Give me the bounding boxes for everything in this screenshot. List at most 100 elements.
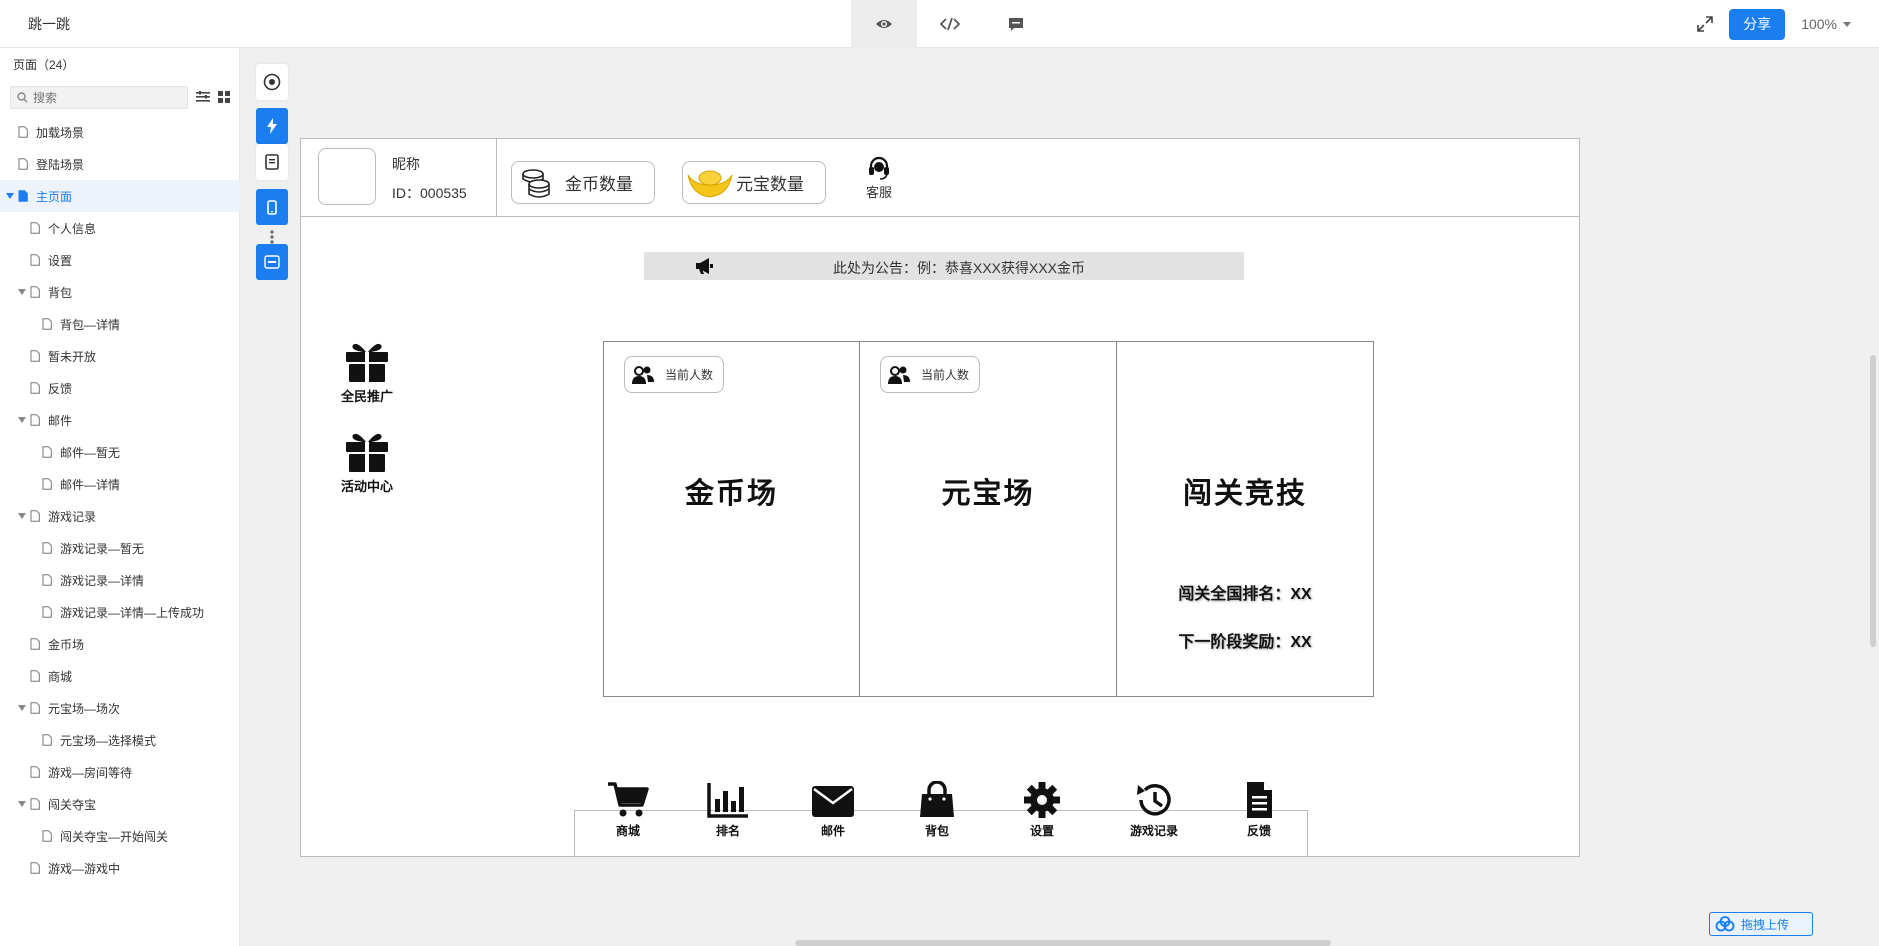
expand-arrow-icon[interactable] [18,417,26,423]
code-tab[interactable] [917,0,983,48]
sidebar-item-label: 游戏—房间等待 [48,765,133,780]
expand-arrow-icon[interactable] [18,801,26,807]
mode-title: 金币场 [684,478,778,510]
page-icon [30,382,40,394]
dock-item-mail[interactable]: 邮件 [803,781,863,839]
dock-item-label: 背包 [924,824,949,838]
chevron-down-icon [1843,21,1851,27]
expand-arrow-icon[interactable] [18,513,26,519]
search-icon [17,92,28,103]
share-button[interactable]: 分享 [1729,8,1786,40]
coins-icon [522,168,550,198]
page-icon [30,766,40,778]
horizontal-scrollbar[interactable] [795,940,1331,946]
gold-field-panel[interactable]: 当前人数 金币场 [603,341,860,697]
notes-icon [265,154,279,170]
dock-item-bag[interactable]: 背包 [907,780,967,839]
sidebar-item[interactable]: 个人信息 [0,212,240,244]
current-players-label: 当前人数 [665,368,714,382]
vertical-scrollbar[interactable] [1870,355,1876,647]
expand-arrow-icon[interactable] [18,289,26,295]
dock-item-settings[interactable]: 设置 [1012,781,1072,839]
sidebar-item[interactable]: 主页面 [0,180,240,212]
toggle-on-icon [264,255,280,269]
gift-icon [346,343,388,382]
document-icon [1247,782,1272,818]
profile-bar: 昵称 ID：000535 金币数量 元宝数量 客服 [301,139,1579,217]
sidebar-item[interactable]: 元宝场—选择模式 [0,724,240,756]
comment-tab[interactable] [983,0,1049,48]
sidebar-item-label: 游戏记录—详情—上传成功 [60,605,205,620]
page-icon [30,222,40,234]
expand-arrow-icon[interactable] [6,193,14,199]
page-icon [42,606,52,618]
target-tool[interactable] [256,64,288,100]
search-input[interactable] [33,89,183,106]
sidebar-item[interactable]: 登陆场景 [0,148,240,180]
more-dots-icon[interactable] [270,230,274,244]
sidebar-item[interactable]: 游戏记录—详情—上传成功 [0,596,240,628]
sidebar-item[interactable]: 游戏记录 [0,500,240,532]
zoom-select[interactable]: 100% [1801,16,1851,32]
zoom-value: 100% [1801,16,1837,32]
sidebar-item[interactable]: 金币场 [0,628,240,660]
sidebar-item[interactable]: 设置 [0,244,240,276]
list-view-icon[interactable] [196,91,210,103]
drag-upload-button[interactable]: 拖拽上传 [1709,912,1813,936]
grid-view-icon[interactable] [218,91,230,103]
nickname: 昵称 [392,156,420,172]
avatar[interactable] [318,148,376,205]
toggle-tool[interactable] [256,244,288,280]
customer-service-button[interactable]: 客服 [864,155,894,201]
page-icon [42,574,52,586]
gift-icon [346,433,388,472]
yuanbao-count[interactable]: 元宝数量 [682,161,826,204]
fullscreen-icon[interactable] [1697,16,1713,32]
sidebar-item[interactable]: 邮件 [0,404,240,436]
yuanbao-field-panel[interactable]: 当前人数 元宝场 [859,341,1117,697]
sidebar-item[interactable]: 邮件—暂无 [0,436,240,468]
sidebar-item[interactable]: 游戏记录—暂无 [0,532,240,564]
page-icon [30,254,40,266]
sidebar-item[interactable]: 邮件—详情 [0,468,240,500]
preview-tab[interactable] [851,0,917,48]
page-icon [30,670,40,682]
notes-tool[interactable] [256,144,288,180]
expand-arrow-icon[interactable] [18,705,26,711]
interaction-tool[interactable] [256,108,288,144]
sidebar-item[interactable]: 游戏—房间等待 [0,756,240,788]
sidebar-item[interactable]: 加载场景 [0,116,240,148]
national-rank-text: 闯关全国排名：XX [1178,586,1312,603]
sidebar-item[interactable]: 商城 [0,660,240,692]
challenge-panel[interactable]: 闯关竞技 闯关全国排名：XX 下一阶段奖励：XX [1116,341,1374,697]
activity-center-label: 活动中心 [340,479,393,494]
sidebar-item[interactable]: 元宝场—场次 [0,692,240,724]
sidebar-item[interactable]: 游戏—游戏中 [0,852,240,884]
sidebar-item-label: 反馈 [48,381,73,396]
promotion-button[interactable]: 全民推广 [332,341,402,405]
sidebar-item-label: 个人信息 [48,221,97,236]
dock-item-ranking[interactable]: 排名 [698,781,758,839]
dock-item-feedback[interactable]: 反馈 [1229,781,1289,839]
sidebar-item[interactable]: 背包—详情 [0,308,240,340]
sidebar-item[interactable]: 闯关夺宝 [0,788,240,820]
page-icon [42,318,52,330]
sidebar-item[interactable]: 反馈 [0,372,240,404]
sidebar-item[interactable]: 背包 [0,276,240,308]
sidebar-item-label: 游戏记录—详情 [60,573,145,588]
dock-item-shop[interactable]: 商城 [598,781,658,839]
page-icon [42,542,52,554]
current-players-label: 当前人数 [921,368,970,382]
sidebar-item[interactable]: 闯关夺宝—开始闯关 [0,820,240,852]
sidebar-item-label: 闯关夺宝—开始闯关 [60,829,169,844]
sidebar-item[interactable]: 暂未开放 [0,340,240,372]
activity-center-button[interactable]: 活动中心 [332,431,402,495]
gold-ingot-icon [687,170,733,198]
top-bar: 跳一跳 分享 100% [0,0,1879,48]
device-tool[interactable] [256,189,288,225]
users-icon [632,365,654,384]
gold-count[interactable]: 金币数量 [511,161,655,204]
mode-title: 闯关竞技 [1182,478,1307,510]
dock-item-game-records[interactable]: 游戏记录 [1124,781,1184,839]
sidebar-item[interactable]: 游戏记录—详情 [0,564,240,596]
